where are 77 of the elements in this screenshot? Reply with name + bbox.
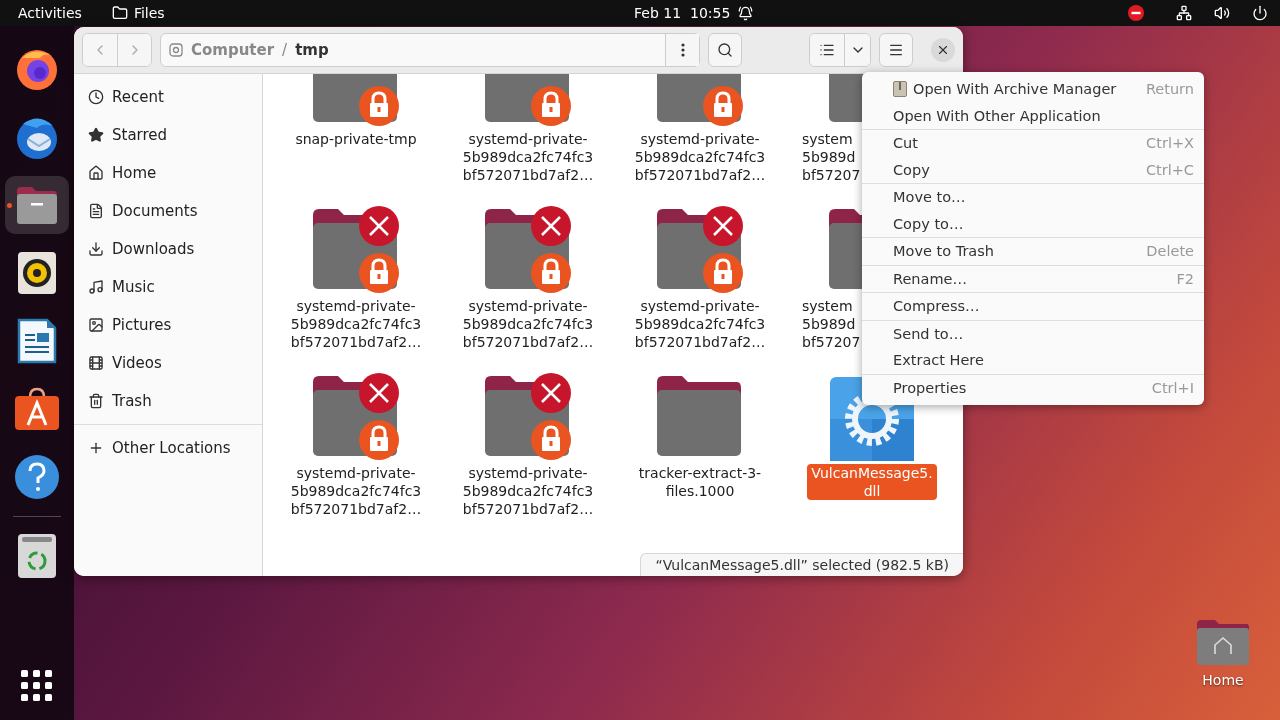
folder-icon — [657, 376, 741, 456]
file-name[interactable]: system 5b989d bf57207 — [802, 297, 861, 351]
home-icon — [88, 165, 104, 181]
menu-item[interactable]: Cut Ctrl+X — [862, 130, 1204, 157]
folder-icon — [1195, 618, 1251, 666]
drive-icon — [169, 43, 183, 57]
menu-item[interactable]: Rename… F2 — [862, 265, 1204, 292]
file-name[interactable]: systemd-private- 5b989dca2fc74fc3 bf572071bd7af2… — [634, 130, 766, 184]
film-icon — [88, 355, 104, 371]
file-name[interactable]: systemd-private- 5b989dca2fc74fc3 bf572071bd7af2… — [462, 464, 594, 518]
close-button[interactable] — [931, 38, 955, 62]
menu-item[interactable]: Move to… — [862, 184, 1204, 211]
sidebar-item[interactable]: Recent — [74, 78, 262, 116]
speaker-icon[interactable] — [17, 251, 57, 295]
clock-icon — [88, 89, 104, 105]
help-icon[interactable] — [14, 454, 60, 500]
file-name[interactable]: systemd-private- 5b989dca2fc74fc3 bf572071bd7af2… — [462, 130, 594, 184]
trash-icon — [88, 393, 104, 409]
sidebar-item[interactable]: Other Locations — [74, 429, 262, 467]
menu-item[interactable]: Move to Trash Delete — [862, 238, 1204, 265]
menu-item[interactable]: Properties Ctrl+I — [862, 374, 1204, 401]
file-name[interactable]: systemd-private- 5b989dca2fc74fc3 bf572071bd7af2… — [290, 464, 422, 518]
bell-icon — [738, 5, 754, 21]
music-note-icon — [88, 279, 104, 295]
file-name[interactable]: systemd-private- 5b989dca2fc74fc3 bf572071bd7af2… — [290, 297, 422, 351]
activities-button[interactable]: Activities — [18, 5, 82, 21]
file-name[interactable]: system 5b989d bf57207 — [802, 130, 861, 184]
menu-button[interactable] — [879, 33, 913, 67]
sidebar-item[interactable]: Home — [74, 154, 262, 192]
star-icon — [88, 127, 104, 143]
plus-icon — [88, 440, 104, 456]
menu-item[interactable]: Open With Other Application — [862, 102, 1204, 129]
sidebar-item[interactable]: Trash — [74, 382, 262, 420]
menu-item[interactable]: Copy Ctrl+C — [862, 156, 1204, 183]
file-name[interactable]: VulcanMessage5. dll — [807, 464, 937, 500]
shopping-bag-icon[interactable] — [14, 387, 60, 431]
path-segment[interactable]: tmp — [295, 41, 329, 59]
document-icon — [88, 203, 104, 219]
sidebar-item[interactable]: Documents — [74, 192, 262, 230]
document-icon[interactable] — [17, 318, 57, 364]
menu-item[interactable]: Send to… — [862, 320, 1204, 347]
list-icon — [819, 42, 835, 58]
menu-item[interactable]: Compress… — [862, 293, 1204, 320]
status-message: “VulcanMessage5.dll” selected (982.5 kB) — [640, 553, 963, 576]
desktop-icon[interactable]: Home — [1178, 618, 1268, 688]
menu-item[interactable]: Open With Archive Manager Return — [862, 76, 1204, 103]
menu-item[interactable]: Extract Here — [862, 347, 1204, 374]
search-icon — [717, 42, 733, 58]
close-icon — [936, 43, 950, 57]
file-name[interactable]: tracker-extract-3- files.1000 — [638, 464, 762, 500]
menu-item[interactable]: Copy to… — [862, 210, 1204, 237]
sidebar-item[interactable]: Downloads — [74, 230, 262, 268]
view-options-button[interactable] — [844, 34, 870, 66]
date-time[interactable]: Feb 11 10:55 — [634, 5, 731, 21]
app-menu[interactable]: Files — [111, 5, 165, 21]
folder-icon — [111, 5, 128, 21]
vertical-dots-icon — [680, 43, 685, 57]
download-icon — [88, 241, 104, 257]
archive-icon — [893, 81, 907, 98]
volume-icon[interactable] — [1214, 5, 1230, 21]
path-separator: / — [282, 41, 288, 59]
running-dot — [7, 203, 12, 208]
trash-icon[interactable] — [17, 533, 57, 579]
menu-icon — [888, 42, 904, 58]
sidebar-item[interactable]: Starred — [74, 116, 262, 154]
app-grid-icon[interactable] — [21, 670, 53, 702]
search-button[interactable] — [708, 33, 742, 67]
power-icon[interactable] — [1252, 5, 1268, 21]
sidebar-item[interactable]: Music — [74, 268, 262, 306]
network-icon[interactable] — [1176, 5, 1192, 21]
file-name[interactable]: systemd-private- 5b989dca2fc74fc3 bf572071bd7af2… — [634, 297, 766, 351]
image-icon — [88, 317, 104, 333]
file-name[interactable]: systemd-private- 5b989dca2fc74fc3 bf572071bd7af2… — [462, 297, 594, 351]
sidebar-item[interactable]: Pictures — [74, 306, 262, 344]
blocked-icon[interactable] — [1128, 5, 1144, 21]
file-name[interactable]: snap-private-tmp — [295, 130, 417, 148]
sidebar-item[interactable]: Videos — [74, 344, 262, 382]
